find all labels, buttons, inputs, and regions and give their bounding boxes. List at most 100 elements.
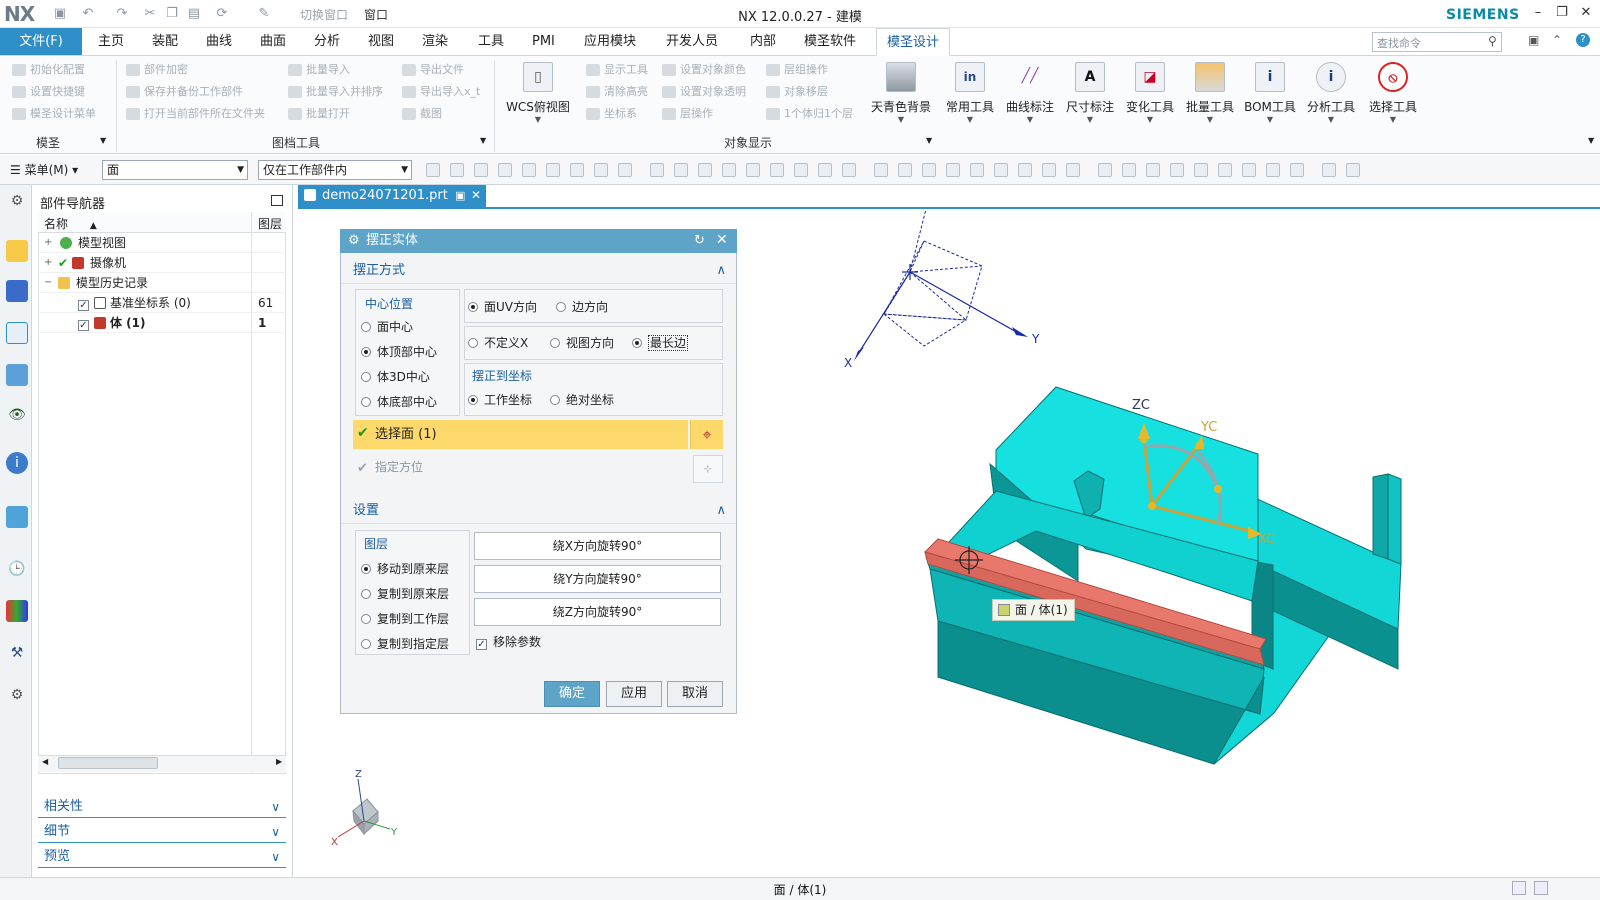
tree-row-model-history[interactable]: − 模型历史记录 bbox=[38, 273, 286, 293]
visibility-checkbox[interactable]: ✓ bbox=[78, 293, 95, 313]
close-icon[interactable]: ✕ bbox=[1576, 4, 1596, 22]
arc-icon[interactable] bbox=[898, 163, 912, 177]
arrow-icon[interactable] bbox=[674, 163, 688, 177]
apply-button[interactable]: 应用 bbox=[606, 681, 662, 707]
ribbon-coordinate-system[interactable]: 坐标系 bbox=[586, 104, 637, 124]
curve-icon[interactable] bbox=[594, 163, 608, 177]
tab-surface[interactable]: 曲面 bbox=[250, 28, 296, 56]
panel-dependencies[interactable]: 相关性 ∨ bbox=[38, 796, 286, 818]
line2-icon[interactable] bbox=[874, 163, 888, 177]
tab-home[interactable]: 主页 bbox=[88, 28, 134, 56]
radio-work-coord[interactable]: 工作坐标 bbox=[468, 391, 532, 409]
tree-row-datum-csys[interactable]: ✓ 基准坐标系 (0) 61 bbox=[38, 293, 286, 313]
ribbon-design-menu[interactable]: 模圣设计菜单 bbox=[12, 104, 96, 124]
face-icon[interactable] bbox=[546, 163, 560, 177]
radio-view-direction[interactable]: 视图方向 bbox=[550, 334, 614, 352]
ribbon-display-tools[interactable]: 显示工具 bbox=[586, 60, 648, 80]
dialog-title[interactable]: 摆正实体 bbox=[340, 229, 737, 253]
scroll-right-icon[interactable]: ▶ bbox=[276, 757, 282, 766]
ribbon-options-icon[interactable]: ▣ bbox=[1528, 33, 1539, 47]
dimension-annotation-button[interactable]: A 尺寸标注 ▼ bbox=[1060, 60, 1120, 130]
ribbon-batch-open[interactable]: 批量打开 bbox=[288, 104, 350, 124]
csys-dialog-icon[interactable]: ⊹ bbox=[693, 455, 723, 483]
radio-copy-to-work-layer[interactable]: 复制到工作层 bbox=[361, 610, 449, 628]
tab-assembly[interactable]: 装配 bbox=[142, 28, 188, 56]
ribbon-body-per-layer[interactable]: 1个体归1个层 bbox=[766, 104, 853, 124]
bom-tools-button[interactable]: i BOM工具 ▼ bbox=[1240, 60, 1300, 130]
web-browser-icon[interactable] bbox=[6, 506, 28, 528]
restore-icon[interactable]: ❐ bbox=[1552, 4, 1572, 22]
process-studio-icon[interactable]: ⚒ bbox=[6, 642, 28, 664]
rotate-y-90-button[interactable]: 绕Y方向旋转90° bbox=[474, 565, 721, 593]
radio-copy-to-specified-layer[interactable]: 复制到指定层 bbox=[361, 635, 449, 653]
snap-off-icon[interactable] bbox=[450, 163, 464, 177]
radio-face-center[interactable]: 面中心 bbox=[361, 318, 413, 336]
radio-edge-direction[interactable]: 边方向 bbox=[556, 298, 608, 316]
section-settings[interactable]: 设置 ∧ bbox=[341, 498, 736, 524]
radio-body-bottom-center[interactable]: 体底部中心 bbox=[361, 393, 437, 411]
feature-icon[interactable] bbox=[698, 163, 712, 177]
radio-move-to-original-layer[interactable]: 移动到原来层 bbox=[361, 560, 449, 578]
collapse-ribbon-icon[interactable]: ⌃ bbox=[1552, 33, 1562, 47]
ribbon-export-xt[interactable]: 导出导入x_t bbox=[402, 82, 480, 102]
section-align-mode[interactable]: 摆正方式 ∧ bbox=[341, 258, 736, 284]
ok-button[interactable]: 确定 bbox=[544, 681, 600, 707]
tab-file[interactable]: 文件(F) bbox=[0, 28, 82, 55]
analysis-tools-button[interactable]: i 分析工具 ▼ bbox=[1300, 60, 1362, 130]
panel-details[interactable]: 细节 ∨ bbox=[38, 821, 286, 843]
curve-annotation-button[interactable]: ╱╱ 曲线标注 ▼ bbox=[1000, 60, 1060, 130]
tab-analysis[interactable]: 分析 bbox=[304, 28, 350, 56]
roles-icon[interactable]: ⚙ bbox=[6, 684, 28, 706]
tab-mosheng-design[interactable]: 模圣设计 bbox=[876, 28, 951, 56]
radio-body-3d-center[interactable]: 体3D中心 bbox=[361, 368, 430, 386]
wcs-top-view-button[interactable]: ▯ WCS俯视图 ▼ bbox=[500, 60, 576, 130]
ribbon-save-backup[interactable]: 保存并备份工作部件 bbox=[126, 82, 243, 102]
rotate-x-90-button[interactable]: 绕X方向旋转90° bbox=[474, 532, 721, 560]
ribbon-export-file[interactable]: 导出文件 bbox=[402, 60, 464, 80]
radio-face-uv[interactable]: 面UV方向 bbox=[468, 298, 537, 316]
column-header-layer[interactable]: 图层 bbox=[258, 215, 282, 232]
close-tab-icon[interactable]: ✕ bbox=[471, 188, 481, 202]
layer-icon[interactable] bbox=[1266, 163, 1280, 177]
tab-application[interactable]: 应用模块 bbox=[574, 28, 646, 56]
arrow-options-icon[interactable] bbox=[1346, 163, 1360, 177]
midpoint-icon[interactable] bbox=[994, 163, 1008, 177]
search-icon[interactable]: ⚲ bbox=[1488, 34, 1497, 48]
radio-copy-to-original-layer[interactable]: 复制到原来层 bbox=[361, 585, 449, 603]
resource-settings-icon[interactable]: ⚙ bbox=[6, 190, 28, 212]
zoom-icon[interactable] bbox=[1170, 163, 1184, 177]
ribbon-expand-icon[interactable]: ▼ bbox=[1588, 136, 1594, 145]
lasso-icon[interactable] bbox=[722, 163, 736, 177]
palette-icon[interactable] bbox=[6, 600, 28, 622]
reset-icon[interactable]: ↻ bbox=[694, 233, 705, 248]
command-search-input[interactable]: 查找命令 bbox=[1372, 32, 1502, 52]
style-icon[interactable] bbox=[1290, 163, 1304, 177]
menu-button[interactable]: ☰ 菜单(M) ▾ bbox=[10, 161, 78, 178]
group-expand-icon[interactable]: ▼ bbox=[100, 136, 106, 145]
tab-tools[interactable]: 工具 bbox=[468, 28, 514, 56]
assembly-navigator-icon[interactable] bbox=[6, 240, 28, 262]
status-filter-icon[interactable] bbox=[1512, 881, 1526, 895]
scrollbar-thumb[interactable] bbox=[58, 757, 158, 769]
shaded-icon[interactable] bbox=[794, 163, 808, 177]
rect-select-icon[interactable] bbox=[650, 163, 664, 177]
tab-curve[interactable]: 曲线 bbox=[196, 28, 242, 56]
transform-tools-button[interactable]: ◪ 变化工具 ▼ bbox=[1120, 60, 1180, 130]
close-icon[interactable]: ✕ bbox=[716, 232, 728, 248]
snap-icon[interactable] bbox=[426, 163, 440, 177]
no-select-icon[interactable] bbox=[474, 163, 488, 177]
polygon-icon[interactable] bbox=[1122, 163, 1136, 177]
pan-icon[interactable] bbox=[1218, 163, 1232, 177]
selection-scope-select[interactable]: 仅在工作部件内 ▼ bbox=[258, 160, 412, 180]
status-fullscreen-icon[interactable] bbox=[1534, 881, 1548, 895]
solid-icon[interactable] bbox=[770, 163, 784, 177]
center-icon[interactable] bbox=[1018, 163, 1032, 177]
vertex-icon[interactable] bbox=[498, 163, 512, 177]
intersection-icon[interactable] bbox=[1042, 163, 1056, 177]
radio-absolute-coord[interactable]: 绝对坐标 bbox=[550, 391, 614, 409]
face-selector-crosshair-icon[interactable]: ⌖ bbox=[690, 420, 723, 449]
radio-longest-edge[interactable]: 最长边 bbox=[632, 334, 689, 352]
ribbon-set-transparency[interactable]: 设置对象透明 bbox=[662, 82, 746, 102]
wireframe-icon[interactable] bbox=[818, 163, 832, 177]
radio-body-top-center[interactable]: 体顶部中心 bbox=[361, 343, 437, 361]
